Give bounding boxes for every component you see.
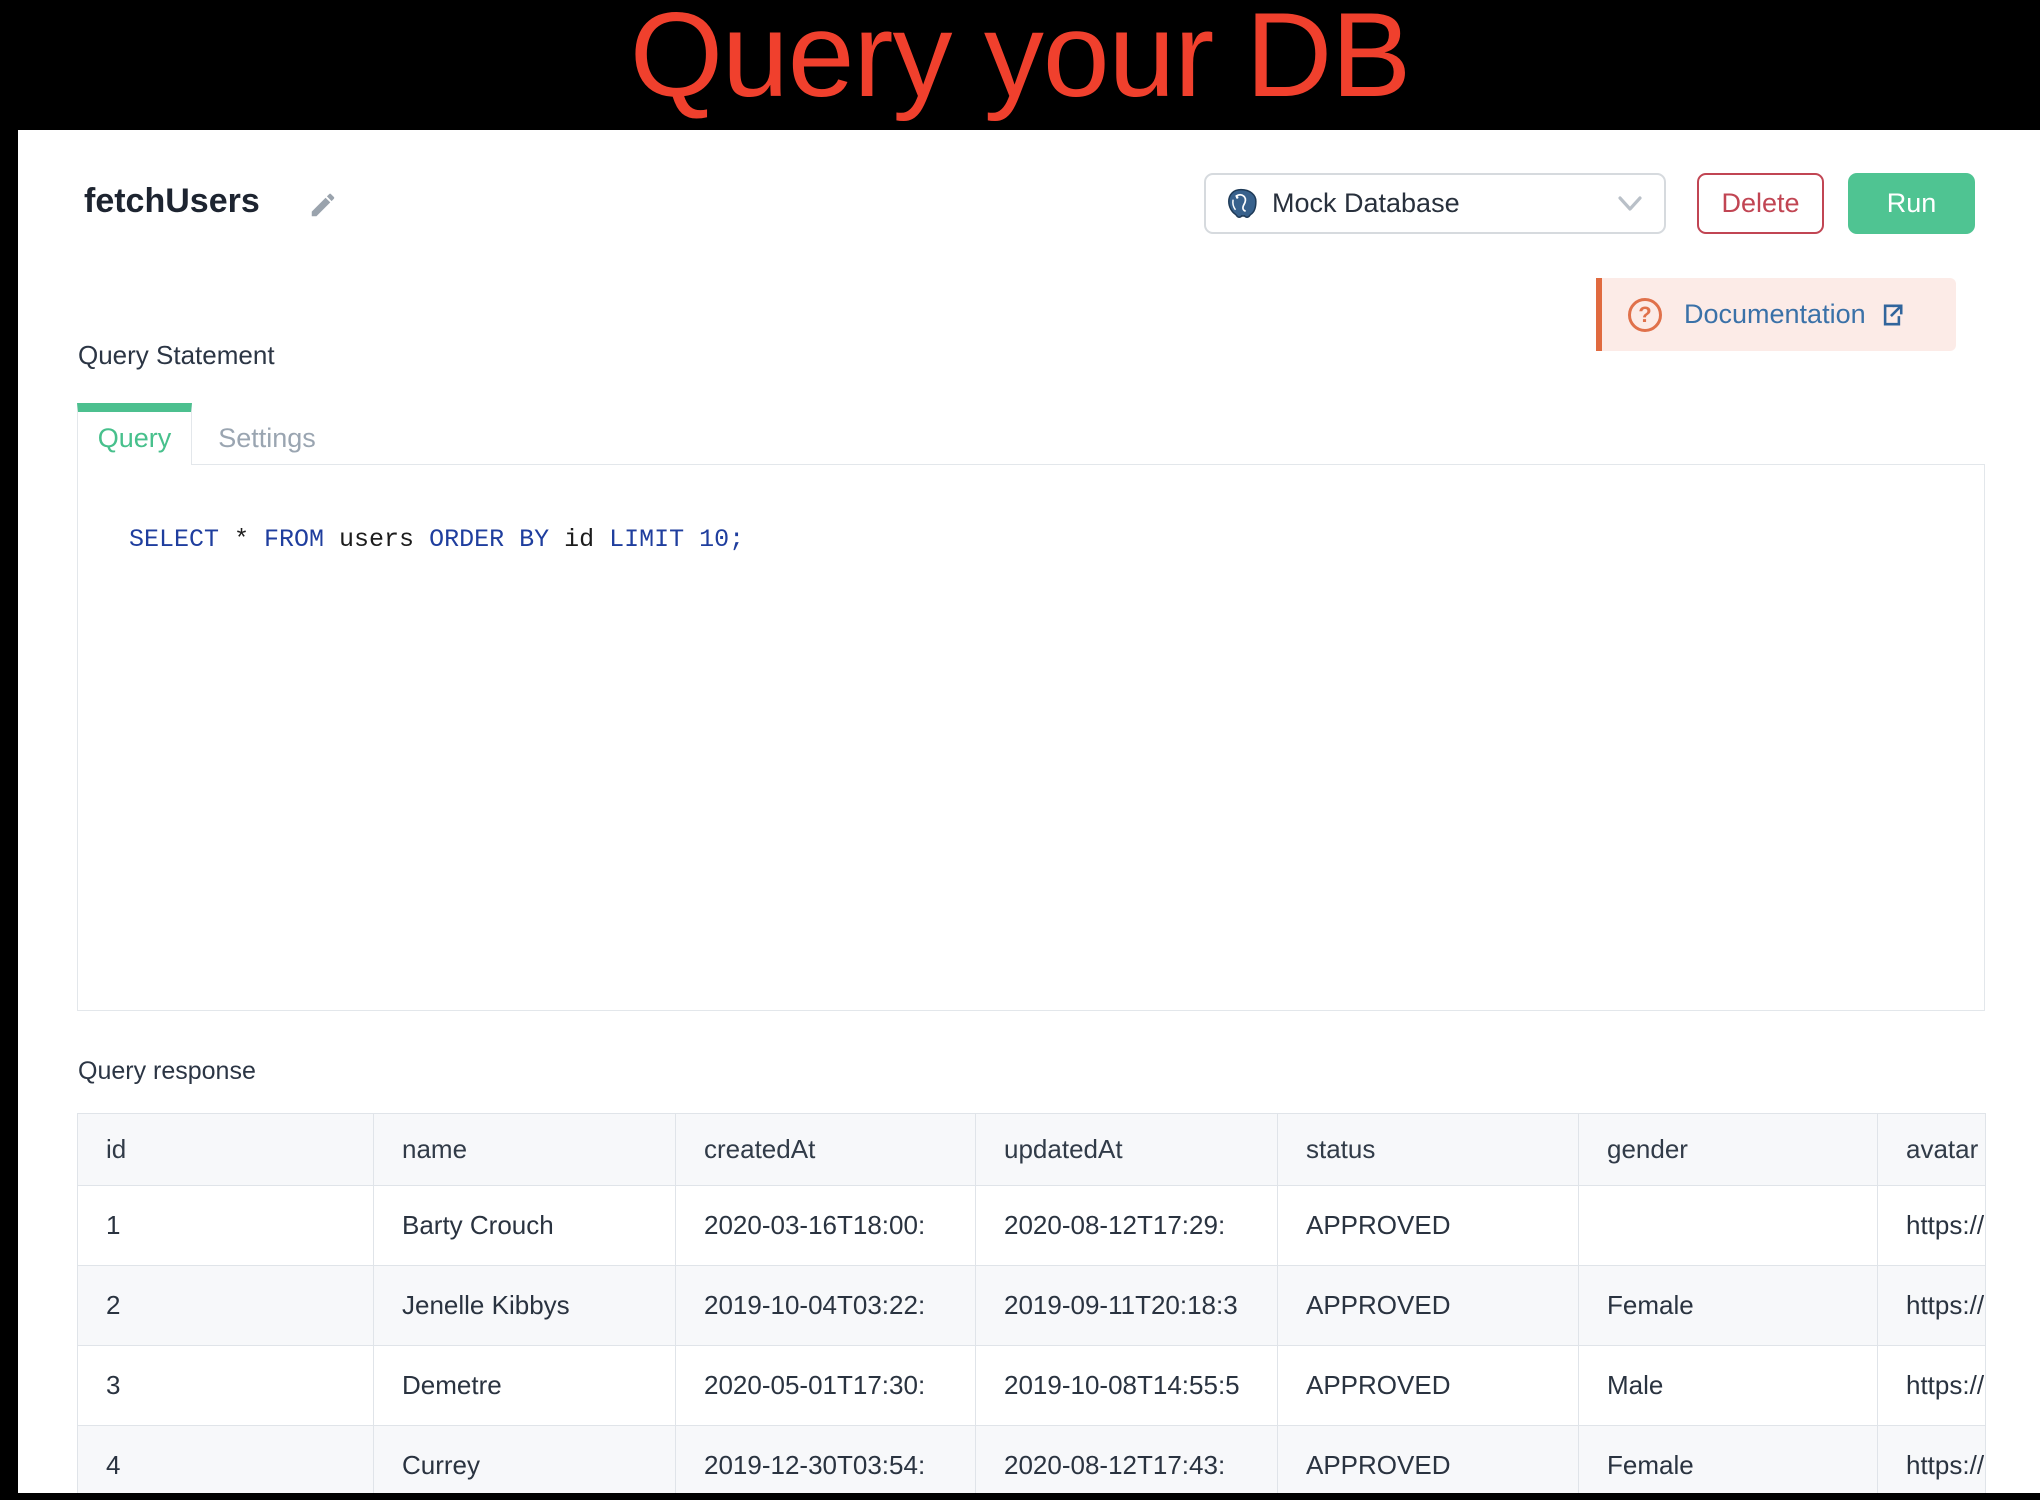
query-statement-label: Query Statement bbox=[78, 340, 275, 371]
table-row: 4 Currey 2019-12-30T03:54: 2020-08-12T17… bbox=[78, 1426, 1986, 1494]
database-selector-dropdown[interactable]: Mock Database bbox=[1204, 173, 1666, 234]
cell-name: Barty Crouch bbox=[374, 1186, 676, 1266]
table-row: 2 Jenelle Kibbys 2019-10-04T03:22: 2019-… bbox=[78, 1266, 1986, 1346]
cell-id: 4 bbox=[78, 1426, 374, 1494]
cell-id: 3 bbox=[78, 1346, 374, 1426]
column-header-avatar: avatar bbox=[1878, 1114, 1986, 1186]
cell-name: Currey bbox=[374, 1426, 676, 1494]
column-header-id: id bbox=[78, 1114, 374, 1186]
cell-avatar: https:// bbox=[1878, 1426, 1986, 1494]
cell-id: 2 bbox=[78, 1266, 374, 1346]
query-response-table: id name createdAt updatedAt status gende… bbox=[77, 1113, 1986, 1493]
cell-updatedAt: 2020-08-12T17:29: bbox=[976, 1186, 1278, 1266]
delete-button[interactable]: Delete bbox=[1697, 173, 1824, 234]
cell-avatar: https:// bbox=[1878, 1346, 1986, 1426]
documentation-label: Documentation bbox=[1684, 299, 1866, 330]
sql-editor[interactable]: SELECT * FROM users ORDER BY id LIMIT 10… bbox=[77, 464, 1985, 1011]
column-header-createdAt: createdAt bbox=[676, 1114, 976, 1186]
chevron-down-icon bbox=[1618, 196, 1642, 212]
database-selector-value: Mock Database bbox=[1272, 188, 1460, 219]
table-header-row: id name createdAt updatedAt status gende… bbox=[78, 1114, 1986, 1186]
documentation-link[interactable]: ? Documentation bbox=[1596, 278, 1956, 351]
cell-status: APPROVED bbox=[1278, 1346, 1579, 1426]
run-button[interactable]: Run bbox=[1848, 173, 1975, 234]
query-response-label: Query response bbox=[78, 1057, 256, 1086]
cell-name: Demetre bbox=[374, 1346, 676, 1426]
cell-createdAt: 2020-05-01T17:30: bbox=[676, 1346, 976, 1426]
table-row: 1 Barty Crouch 2020-03-16T18:00: 2020-08… bbox=[78, 1186, 1986, 1266]
column-header-name: name bbox=[374, 1114, 676, 1186]
app-window: Query your DB fetchUsers Mock Database bbox=[0, 0, 2040, 1500]
external-link-icon bbox=[1878, 301, 1906, 329]
table-row: 3 Demetre 2020-05-01T17:30: 2019-10-08T1… bbox=[78, 1346, 1986, 1426]
edit-query-name-button[interactable] bbox=[308, 190, 338, 220]
column-header-gender: gender bbox=[1579, 1114, 1878, 1186]
query-name-title: fetchUsers bbox=[84, 182, 260, 221]
cell-createdAt: 2020-03-16T18:00: bbox=[676, 1186, 976, 1266]
cell-status: APPROVED bbox=[1278, 1426, 1579, 1494]
cell-updatedAt: 2019-09-11T20:18:3 bbox=[976, 1266, 1278, 1346]
pencil-icon bbox=[308, 207, 338, 224]
cell-avatar: https:// bbox=[1878, 1266, 1986, 1346]
column-header-updatedAt: updatedAt bbox=[976, 1114, 1278, 1186]
tab-settings[interactable]: Settings bbox=[192, 403, 342, 465]
sql-statement: SELECT * FROM users ORDER BY id LIMIT 10… bbox=[129, 525, 744, 554]
page-banner-title: Query your DB bbox=[0, 0, 2040, 124]
column-header-status: status bbox=[1278, 1114, 1579, 1186]
question-circle-icon: ? bbox=[1628, 298, 1662, 332]
tab-query[interactable]: Query bbox=[77, 403, 192, 465]
cell-id: 1 bbox=[78, 1186, 374, 1266]
cell-gender bbox=[1579, 1186, 1878, 1266]
query-tabs: Query Settings bbox=[77, 403, 342, 465]
postgresql-elephant-icon bbox=[1224, 187, 1258, 221]
cell-createdAt: 2019-12-30T03:54: bbox=[676, 1426, 976, 1494]
cell-updatedAt: 2019-10-08T14:55:5 bbox=[976, 1346, 1278, 1426]
cell-name: Jenelle Kibbys bbox=[374, 1266, 676, 1346]
cell-updatedAt: 2020-08-12T17:43: bbox=[976, 1426, 1278, 1494]
cell-avatar: https:// bbox=[1878, 1186, 1986, 1266]
query-tool-panel: fetchUsers Mock Database Delete Run bbox=[18, 130, 2040, 1493]
cell-status: APPROVED bbox=[1278, 1266, 1579, 1346]
cell-gender: Male bbox=[1579, 1346, 1878, 1426]
cell-gender: Female bbox=[1579, 1266, 1878, 1346]
cell-createdAt: 2019-10-04T03:22: bbox=[676, 1266, 976, 1346]
cell-gender: Female bbox=[1579, 1426, 1878, 1494]
cell-status: APPROVED bbox=[1278, 1186, 1579, 1266]
